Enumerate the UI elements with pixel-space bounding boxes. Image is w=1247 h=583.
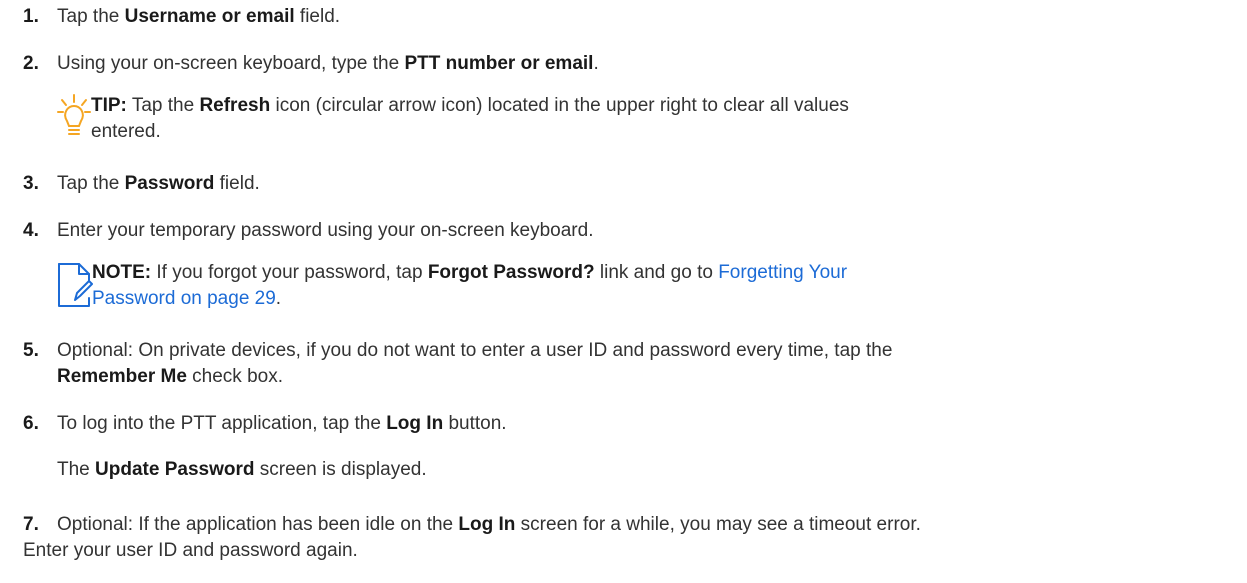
step-6-result: The Update Password screen is displayed. bbox=[57, 459, 427, 480]
step-text: Tap the Username or email field. bbox=[57, 6, 341, 27]
note-text: NOTE: If you forgot your password, tap F… bbox=[92, 262, 848, 309]
lightbulb-icon bbox=[57, 93, 91, 149]
step-number: 5. bbox=[23, 340, 39, 361]
step-text: Optional: If the application has been id… bbox=[23, 514, 921, 561]
tip-text: TIP: Tap the Refresh icon (circular arro… bbox=[91, 95, 849, 142]
step-number: 4. bbox=[23, 220, 39, 241]
step-text: Using your on-screen keyboard, type the … bbox=[57, 53, 599, 74]
step-number: 7. bbox=[23, 514, 39, 535]
step-text: To log into the PTT application, tap the… bbox=[57, 413, 507, 434]
step-number: 2. bbox=[23, 53, 39, 74]
xref-link-continued[interactable]: Password on page 29 bbox=[92, 288, 276, 309]
note-pencil-icon bbox=[57, 260, 93, 318]
step-text: Enter your temporary password using your… bbox=[57, 220, 594, 241]
step-text: Optional: On private devices, if you do … bbox=[57, 340, 893, 387]
step-number: 3. bbox=[23, 173, 39, 194]
note-callout: NOTE: If you forgot your password, tap F… bbox=[57, 260, 1207, 320]
tip-callout: TIP: Tap the Refresh icon (circular arro… bbox=[57, 93, 1207, 153]
step-number: 6. bbox=[23, 413, 39, 434]
step-number: 1. bbox=[23, 6, 39, 27]
step-text: Tap the Password field. bbox=[57, 173, 260, 194]
xref-link[interactable]: Forgetting Your bbox=[718, 262, 847, 283]
